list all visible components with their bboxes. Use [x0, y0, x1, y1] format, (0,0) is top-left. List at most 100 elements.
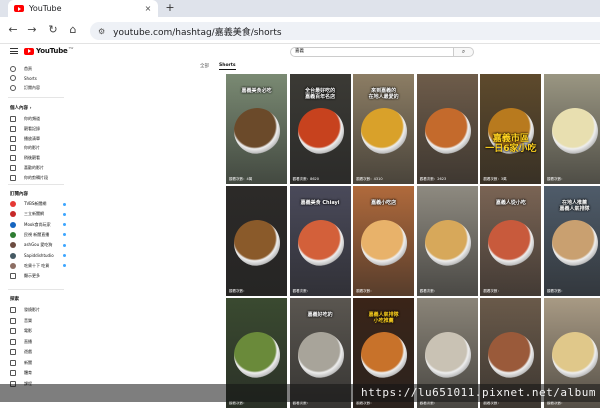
- history-icon: [10, 125, 16, 132]
- trending-icon: [10, 307, 16, 313]
- sidebar-item-music[interactable]: 音樂: [10, 317, 70, 325]
- sidebar-you-heading[interactable]: 個人內容 ›: [10, 105, 31, 111]
- short-thumbnail[interactable]: 嘉義小吃店 觀看次數：: [353, 186, 415, 296]
- sidebar-divider: [8, 289, 64, 290]
- url-bar[interactable]: ⚙ youtube.com/hashtag/嘉義美食/shorts: [90, 22, 600, 40]
- sidebar-subscription-2[interactable]: Mook食尚玩家: [10, 221, 70, 229]
- short-view-count: 觀看次數：: [547, 177, 565, 181]
- hashtag-filter-tabs: 全部 Shorts: [200, 63, 260, 72]
- food-image: [361, 332, 408, 378]
- sidebar-item-label: 電影: [24, 328, 32, 333]
- sidebar-subscription-0[interactable]: TVBS新聞網: [10, 200, 70, 208]
- sidebar-item-subscriptions[interactable]: 訂閱內容: [10, 84, 70, 92]
- watermark-text: https://lu651011.pixnet.net/album: [360, 386, 596, 399]
- new-content-dot: [63, 223, 66, 227]
- sidebar-item-label: 三立新聞網: [24, 211, 44, 217]
- short-view-count: 觀看次數：3萬: [483, 177, 507, 181]
- sidebar-show-more-icon: [10, 273, 16, 280]
- sidebar-item-movies[interactable]: 電影: [10, 327, 70, 335]
- forward-button[interactable]: →: [25, 23, 39, 36]
- sidebar-item-label: Mook食尚玩家: [24, 221, 51, 227]
- sidebar-subscriptions-heading[interactable]: 訂閱內容: [10, 191, 28, 197]
- search-input[interactable]: 嘉義: [290, 47, 454, 57]
- food-image: [424, 108, 471, 154]
- sidebar-subscription-4[interactable]: ashGou 愛吃狗: [10, 241, 70, 249]
- sidebar-show-more[interactable]: 顯示更多: [10, 272, 70, 280]
- short-thumbnail[interactable]: 觀看次數：: [226, 186, 287, 296]
- sidebar-item-label: 播放清單: [24, 135, 40, 141]
- sidebar-item-liked[interactable]: 喜歡的影片: [10, 164, 70, 172]
- short-overlay-caption: 全台最好吃的 嘉義百年名店: [305, 88, 336, 100]
- your-channel-icon: [10, 116, 16, 122]
- sidebar-subscription-3-icon: [10, 231, 16, 238]
- browser-tab-youtube[interactable]: YouTube ×: [8, 0, 158, 17]
- url-text: youtube.com/hashtag/嘉義美食/shorts: [113, 27, 282, 38]
- short-thumbnail[interactable]: 觀看次數：2623: [416, 74, 478, 184]
- sidebar-item-your-videos[interactable]: 你的影片: [10, 144, 70, 152]
- short-overlay-caption: 嘉義人從小吃: [495, 200, 526, 206]
- sidebar-item-label: 遊戲: [24, 349, 32, 354]
- sidebar-subscription-6[interactable]: 吃貨十下 吃貨: [10, 262, 70, 270]
- short-thumbnail[interactable]: 嘉義市區 一日6家小吃觀看次數：3萬: [480, 74, 542, 184]
- food-image: [297, 220, 344, 266]
- short-thumbnail[interactable]: 嘉義美食必吃 觀看次數：4萬: [226, 74, 287, 184]
- short-thumbnail[interactable]: 觀看次數：: [416, 186, 478, 296]
- sidebar-subscription-5[interactable]: Sapiddishtudio: [10, 252, 70, 260]
- sidebar-item-playlists[interactable]: 播放清單: [10, 135, 70, 143]
- sidebar-item-clips[interactable]: 你的剪輯片段: [10, 174, 70, 182]
- short-overlay-caption: 嘉義美食 Chiayi: [300, 200, 340, 206]
- tab-close-icon[interactable]: ×: [142, 4, 154, 13]
- short-thumbnail[interactable]: 嘉義美食 Chiayi 觀看次數：: [289, 186, 351, 296]
- short-thumbnail[interactable]: 來到嘉義的 在地人最愛的 觀看次數：4310: [353, 74, 415, 184]
- new-tab-button[interactable]: +: [163, 1, 177, 14]
- tab-all[interactable]: 全部: [200, 63, 209, 69]
- new-content-dot: [63, 254, 66, 257]
- short-overlay-caption: 嘉義市區 一日6家小吃: [485, 134, 537, 154]
- new-content-dot: [63, 212, 66, 216]
- sidebar-item-your-channel[interactable]: 你的頻道: [10, 115, 70, 123]
- short-view-count: 觀看次數：: [292, 289, 311, 293]
- youtube-logo[interactable]: YouTube TW: [24, 46, 74, 55]
- short-view-count: 觀看次數：: [356, 289, 374, 293]
- tab-shorts[interactable]: Shorts: [219, 63, 236, 70]
- back-button[interactable]: ←: [6, 23, 20, 36]
- sidebar-item-home[interactable]: 首頁: [10, 65, 70, 73]
- sidebar-item-news[interactable]: 新聞: [10, 359, 70, 367]
- sidebar-item-gaming[interactable]: 遊戲: [10, 348, 70, 356]
- sidebar-item-shorts[interactable]: Shorts: [10, 74, 70, 82]
- short-thumbnail[interactable]: 在地人推薦 嘉義人氣排隊 觀看次數：: [544, 186, 600, 296]
- reload-button[interactable]: ↻: [46, 23, 60, 36]
- sidebar-item-label: 稍後觀看: [24, 155, 40, 161]
- sidebar-item-history[interactable]: 觀看記錄: [10, 125, 70, 133]
- logo-region: TW: [68, 46, 74, 50]
- sidebar-item-label: 喜歡的影片: [24, 165, 44, 170]
- short-thumbnail[interactable]: 嘉義人從小吃 觀看次數：: [480, 186, 542, 296]
- sidebar-subscription-6-icon: [10, 262, 16, 269]
- search-icon: ⌕: [461, 48, 466, 55]
- sidebar-subscription-4-icon: [10, 242, 16, 249]
- sidebar-explore-heading[interactable]: 探索: [10, 296, 19, 302]
- food-image: [488, 220, 535, 266]
- sidebar-subscription-3[interactable]: 民視 新聞直播: [10, 231, 70, 239]
- sidebar-divider: [8, 184, 64, 185]
- sidebar-subscription-1-icon: [10, 211, 16, 218]
- sidebar-item-sports[interactable]: 體育: [10, 369, 70, 377]
- home-button[interactable]: ⌂: [66, 23, 80, 36]
- youtube-header: YouTube TW 嘉義 ⌕: [0, 44, 600, 60]
- short-thumbnail[interactable]: 觀看次數：: [544, 74, 600, 184]
- menu-icon[interactable]: [10, 48, 18, 54]
- sidebar-item-label: Sapiddishtudio: [24, 253, 54, 258]
- search-button[interactable]: ⌕: [454, 47, 474, 57]
- short-overlay-caption: 在地人推薦 嘉義人氣排隊: [559, 200, 590, 212]
- sidebar-item-trending[interactable]: 發燒影片: [10, 306, 70, 314]
- sidebar-item-watch-later[interactable]: 稍後觀看: [10, 154, 70, 162]
- new-content-dot: [63, 243, 66, 247]
- short-thumbnail[interactable]: 全台最好吃的 嘉義百年名店 觀看次數：8620: [289, 74, 351, 184]
- new-content-dot: [63, 264, 66, 268]
- sports-icon: [10, 370, 16, 376]
- sidebar-subscription-1[interactable]: 三立新聞網: [10, 210, 70, 218]
- sidebar-item-label: ashGou 愛吃狗: [24, 242, 53, 248]
- site-info-icon[interactable]: ⚙: [98, 27, 105, 36]
- sidebar-item-label: Shorts: [24, 75, 37, 81]
- sidebar-item-live[interactable]: 直播: [10, 338, 70, 346]
